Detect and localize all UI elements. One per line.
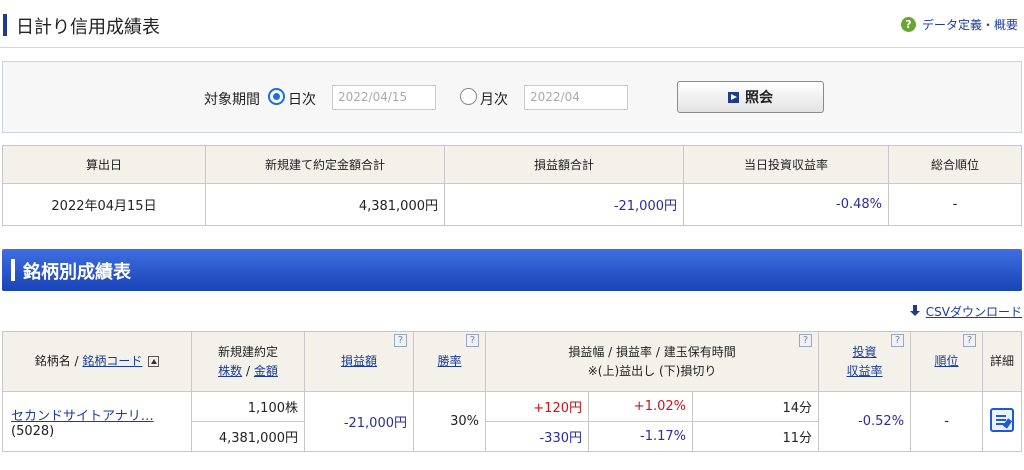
detail-cell: [982, 391, 1022, 452]
help-link[interactable]: ? データ定義・概要: [900, 16, 1018, 33]
monthly-date-input[interactable]: 2022/04: [524, 85, 628, 110]
sort-roi-link-2[interactable]: 収益率: [847, 364, 883, 378]
monthly-label: 月次: [480, 92, 508, 108]
sort-winrate-link[interactable]: 勝率: [437, 354, 461, 368]
col-name: 銘柄名 / 銘柄コード: [2, 331, 192, 392]
summary-table: 算出日 新規建て約定金額合計 損益額合計 当日投資収益率 総合順位 2022年0…: [2, 145, 1022, 226]
total-pl: -21,000円: [444, 183, 684, 226]
profit-time: 14分: [691, 391, 820, 422]
search-panel: 対象期間 日次 2022/04/15 月次 2022/04 照会: [2, 61, 1022, 133]
help-icon: ?: [900, 17, 916, 32]
section-accent-bar: [11, 259, 15, 281]
stock-code: (5028): [11, 423, 55, 439]
sort-pl-link[interactable]: 損益額: [341, 354, 377, 368]
winrate-value: 30%: [413, 391, 486, 452]
daily-radio[interactable]: [268, 88, 285, 105]
profit-range: +120円: [485, 391, 589, 422]
sort-rank-link[interactable]: 順位: [935, 354, 959, 368]
stock-results-table: 銘柄名 / 銘柄コード 新規建約定 株数 / 金額 ? 損益額 ? 勝率 ? 損…: [2, 331, 1022, 452]
page-title: 日計り信用成績表: [16, 17, 160, 38]
profit-rate: +1.02%: [588, 391, 693, 422]
table-row: セカンドサイトアナリ… (5028) 1,100株 -21,000円 30% +…: [2, 391, 1022, 452]
csv-download[interactable]: CSVダウンロード: [909, 303, 1022, 320]
col-range-label: 損益幅 / 損益率 / 建玉保有時間: [568, 344, 736, 359]
col-rank: ? 順位: [910, 331, 984, 392]
memo-icon[interactable]: [990, 407, 1015, 432]
period-label: 対象期間: [204, 92, 260, 108]
section-title: 銘柄別成績表: [23, 262, 131, 283]
col-contract-label: 新規建約定: [217, 344, 278, 359]
daily-label: 日次: [288, 92, 316, 108]
sort-code-link[interactable]: 銘柄コード: [82, 354, 142, 368]
help-icon[interactable]: ?: [891, 334, 905, 347]
amount-value: 4,381,000円: [191, 421, 305, 452]
pl-value: -21,000円: [304, 391, 414, 452]
col-winrate: ? 勝率: [413, 331, 486, 392]
summary-header: 総合順位: [888, 145, 1022, 184]
sort-shares-link[interactable]: 株数: [218, 364, 242, 378]
download-icon: [909, 305, 920, 318]
sort-amount-link[interactable]: 金額: [254, 364, 278, 378]
roi-value: -0.52%: [818, 391, 912, 452]
search-button[interactable]: 照会: [677, 81, 824, 113]
help-icon[interactable]: ?: [799, 334, 813, 347]
loss-range: -330円: [485, 421, 589, 452]
slash-text: /: [245, 363, 251, 378]
loss-time: 11分: [691, 421, 820, 452]
sort-roi-link[interactable]: 投資: [853, 345, 877, 359]
summary-header: 算出日: [2, 145, 206, 184]
summary-header: 当日投資収益率: [683, 145, 889, 184]
section-header: 銘柄別成績表: [2, 249, 1022, 291]
overall-rank: -: [888, 183, 1022, 226]
loss-rate: -1.17%: [588, 421, 693, 452]
play-icon: [728, 91, 739, 103]
daily-date-input[interactable]: 2022/04/15: [332, 85, 436, 110]
help-icon[interactable]: ?: [963, 334, 977, 347]
col-contract: 新規建約定 株数 / 金額: [191, 331, 305, 392]
help-icon[interactable]: ?: [466, 334, 479, 347]
col-pl: ? 損益額: [304, 331, 414, 392]
rank-value: -: [910, 391, 984, 452]
col-detail: 詳細: [982, 331, 1022, 392]
sort-asc-icon[interactable]: [148, 356, 160, 367]
stock-name-cell: セカンドサイトアナリ… (5028): [2, 391, 192, 452]
page-header: 日計り信用成績表 ? データ定義・概要: [0, 0, 1024, 48]
calc-date: 2022年04月15日: [2, 183, 206, 226]
monthly-radio[interactable]: [460, 88, 477, 105]
summary-header: 損益額合計: [444, 145, 684, 184]
csv-download-link[interactable]: CSVダウンロード: [926, 303, 1022, 320]
daily-roi: -0.48%: [683, 183, 889, 226]
title-accent-bar: [3, 14, 7, 36]
help-icon[interactable]: ?: [394, 334, 407, 347]
total-contract-amount: 4,381,000円: [205, 183, 445, 226]
summary-header: 新規建て約定金額合計: [205, 145, 445, 184]
col-name-label: 銘柄名 /: [34, 354, 79, 368]
col-roi: ? 投資 収益率: [818, 331, 912, 392]
shares-value: 1,100株: [191, 391, 305, 422]
stock-name-link[interactable]: セカンドサイトアナリ…: [11, 409, 154, 424]
search-button-label: 照会: [745, 90, 773, 106]
col-range-note: ※(上)益出し (下)損切り: [587, 363, 717, 378]
col-range: ? 損益幅 / 損益率 / 建玉保有時間 ※(上)益出し (下)損切り: [484, 331, 820, 392]
data-definition-link[interactable]: データ定義・概要: [922, 16, 1018, 33]
